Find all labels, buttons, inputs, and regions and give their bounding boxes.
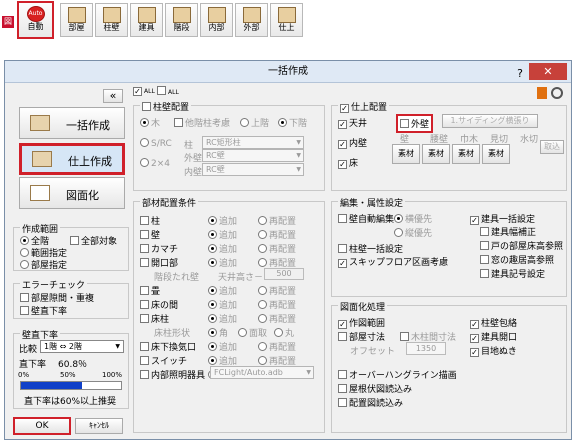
- finish-place-checkbox[interactable]: ✓: [340, 104, 349, 113]
- material-button[interactable]: 素材: [482, 144, 510, 164]
- siding-button[interactable]: 1.サイディング横張り: [442, 114, 538, 128]
- finish-button[interactable]: 仕上: [270, 3, 303, 37]
- door-icon: [137, 7, 156, 23]
- finish-icon: [277, 7, 296, 23]
- house-icon: [30, 115, 50, 131]
- room-spec-radio[interactable]: [20, 260, 29, 269]
- ok-button[interactable]: OK: [13, 417, 71, 435]
- fit-sign-checkbox[interactable]: [480, 269, 489, 278]
- joint-checkbox[interactable]: ✓: [470, 348, 479, 357]
- pillar-group: 柱壁配置 木 他階柱考慮 上階 下階 S/RC 柱 RC矩形柱 外壁 RC壁 2…: [133, 100, 325, 191]
- dialog-title: 一括作成: [268, 66, 308, 77]
- exterior-icon: [242, 7, 261, 23]
- all-target-checkbox[interactable]: [70, 236, 79, 245]
- opening-checkbox[interactable]: ✓: [470, 334, 479, 343]
- drawing-process-group: 図面化処理 ✓ 作図範囲 ✓ 柱壁包絡 部屋寸法 木柱間寸法 ✓ 建具開口 オフセット…: [331, 300, 567, 433]
- interior-icon: [207, 7, 226, 23]
- bulk-create-dialog: 一括作成 ? ✕ « 一括作成 仕上作成 図面化 作成範囲 全階 全部対象 範囲…: [4, 60, 572, 440]
- ceiling-checkbox[interactable]: ✓: [338, 120, 347, 129]
- material-button[interactable]: 素材: [392, 144, 420, 164]
- wall-auto-checkbox[interactable]: [338, 214, 347, 223]
- layout-plan-checkbox[interactable]: [338, 398, 347, 407]
- parts-checkbox[interactable]: [140, 356, 149, 365]
- skip-floor-checkbox[interactable]: ✓: [338, 259, 347, 268]
- fittings-setting-checkbox[interactable]: ✓: [470, 216, 479, 225]
- door-floor-checkbox[interactable]: [480, 241, 489, 250]
- parts-checkbox[interactable]: [140, 230, 149, 239]
- finish-place-group: ✓ 仕上配置 ✓ 天井 外壁 1.サイディング横張り ✓ 内壁 ✓ 床 壁素材 腰壁 素材巾…: [331, 100, 567, 191]
- parts-checkbox[interactable]: [140, 314, 149, 323]
- drawing-icon: [30, 185, 50, 201]
- toolbar: 図 Auto 自動 部屋 柱壁 建具 階段 内部 外部 仕上: [0, 0, 576, 58]
- pillar-wall-button[interactable]: 柱壁: [95, 3, 128, 37]
- exterior-button[interactable]: 外部: [235, 3, 268, 37]
- material-button[interactable]: 素材: [452, 144, 480, 164]
- pillar-wall-setting-checkbox[interactable]: [338, 244, 347, 253]
- error-check-group: エラーチェック 部屋隙間・重複 壁直下率: [13, 278, 129, 319]
- wall-direct-group: 壁直下率 比較 1階 ⇔ 2階 ▼ 直下率 60.8％ 0% 50% 100% 直…: [13, 328, 129, 409]
- all-off-icon[interactable]: [157, 86, 166, 95]
- fit-width-checkbox[interactable]: [480, 227, 489, 236]
- title-bar: 一括作成 ? ✕: [5, 61, 571, 83]
- interior-button[interactable]: 内部: [200, 3, 233, 37]
- room-button[interactable]: 部屋: [60, 3, 93, 37]
- finish-create-icon: [32, 151, 52, 167]
- collapse-button[interactable]: «: [103, 89, 123, 103]
- all-on-icon[interactable]: ✓: [133, 87, 142, 96]
- wall-direct-checkbox[interactable]: [20, 306, 29, 315]
- offset-input[interactable]: 1350: [406, 342, 446, 355]
- help-icon[interactable]: ?: [517, 63, 523, 85]
- cancel-button[interactable]: ｷｬﾝｾﾙ: [75, 418, 123, 434]
- parts-checkbox[interactable]: [140, 258, 149, 267]
- direct-rate-bar: [20, 381, 122, 390]
- parts-checkbox[interactable]: [140, 286, 149, 295]
- close-button[interactable]: ✕: [529, 63, 567, 80]
- auto-button[interactable]: Auto 自動: [17, 1, 54, 39]
- light-select[interactable]: FCLight/Auto.adb: [210, 366, 314, 379]
- room-dim-checkbox[interactable]: [338, 332, 347, 341]
- auto-icon: Auto: [26, 6, 45, 22]
- pillar-icon: [102, 7, 121, 23]
- chevron-down-icon: ▼: [115, 343, 120, 350]
- book-icon[interactable]: [537, 87, 547, 99]
- drawing-button[interactable]: 図面化: [19, 177, 125, 209]
- floor-compare-select[interactable]: 1階 ⇔ 2階 ▼: [40, 340, 124, 353]
- bulk-create-button[interactable]: 一括作成: [19, 107, 125, 139]
- stairs-icon: [172, 7, 191, 23]
- material-button[interactable]: 素材: [422, 144, 450, 164]
- parts-group: 部材配置条件 柱 追加 再配置壁 追加 再配置 カマチ 追加 再配置 開口部 追加 …: [133, 196, 325, 433]
- edit-group: 編集・属性設定 壁自動編集 横優先 縦優先 柱壁一括設定 ✓ スキップフロア区画考…: [331, 196, 567, 297]
- exterior-checkbox[interactable]: [400, 119, 409, 128]
- import-button[interactable]: 取込: [540, 140, 564, 154]
- fittings-button[interactable]: 建具: [130, 3, 163, 37]
- room-icon: [67, 7, 86, 23]
- parts-checkbox[interactable]: [140, 216, 149, 225]
- stairs-button[interactable]: 階段: [165, 3, 198, 37]
- parts-checkbox[interactable]: [140, 244, 149, 253]
- pillar-envelope-checkbox[interactable]: ✓: [470, 320, 479, 329]
- draw-area-checkbox[interactable]: ✓: [338, 320, 347, 329]
- finish-create-button[interactable]: 仕上作成: [19, 143, 125, 175]
- overhang-checkbox[interactable]: [338, 370, 347, 379]
- all-floors-radio[interactable]: [20, 236, 29, 245]
- room-gap-checkbox[interactable]: [20, 293, 29, 302]
- window-floor-checkbox[interactable]: [480, 255, 489, 264]
- roof-plan-checkbox[interactable]: [338, 384, 347, 393]
- parts-checkbox[interactable]: [140, 300, 149, 309]
- parts-checkbox[interactable]: [140, 370, 149, 379]
- parts-checkbox[interactable]: [140, 342, 149, 351]
- gear-icon[interactable]: [551, 87, 563, 99]
- pillar-place-checkbox[interactable]: [142, 102, 151, 111]
- range-spec-radio[interactable]: [20, 248, 29, 257]
- range-group: 作成範囲 全階 全部対象 範囲指定 部屋指定: [13, 222, 129, 271]
- zu-icon[interactable]: 図: [2, 16, 14, 28]
- interior-wall-checkbox[interactable]: ✓: [338, 140, 347, 149]
- floor-checkbox[interactable]: ✓: [338, 160, 347, 169]
